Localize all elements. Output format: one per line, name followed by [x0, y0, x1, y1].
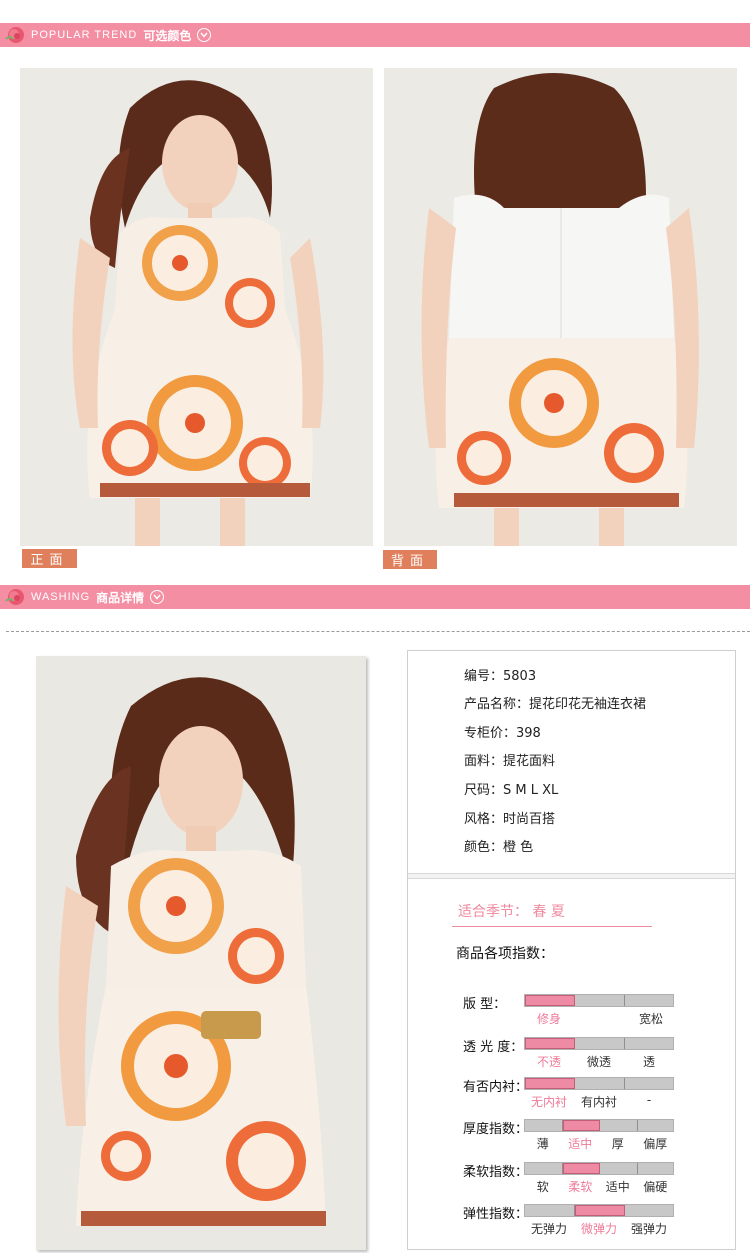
attr-label-fit: 版 型： — [463, 997, 507, 1012]
bar-selected-segment — [525, 995, 575, 1006]
back-photo — [384, 68, 737, 546]
spec-item-price: 专柜价：398 — [464, 726, 541, 741]
spec-item-color: 颜色：橙 色 — [464, 840, 534, 855]
attr-option-thickness: 厚 — [611, 1137, 624, 1151]
bar-segment-divider — [624, 1078, 625, 1089]
attr-option-softness: 柔软 — [568, 1180, 593, 1194]
back-label: 背面 — [383, 550, 437, 569]
spec-item-fabric: 面料：提花面料 — [464, 754, 556, 769]
spec-item-size: 尺码：S M L XL — [464, 783, 559, 798]
front-photo — [20, 68, 373, 546]
product-info-panel: 编号：5803 产品名称：提花印花无袖连衣裙 专柜价：398 面料：提花面料 尺… — [407, 650, 736, 1250]
rose-icon — [3, 587, 29, 607]
attr-option-lining: 有内衬 — [580, 1095, 618, 1109]
chevron-down-icon[interactable] — [150, 590, 165, 604]
spec-item-style: 风格：时尚百搭 — [464, 812, 556, 827]
attr-label-elasticity: 弹性指数： — [463, 1207, 529, 1222]
attr-bar-thickness — [524, 1119, 674, 1132]
bar-segment-divider — [636, 1120, 638, 1131]
attr-option-thickness: 适中 — [568, 1137, 593, 1151]
bar-segment-divider — [624, 995, 625, 1006]
product-spec-list: 编号：5803 产品名称：提花印花无袖连衣裙 专柜价：398 面料：提花面料 尺… — [408, 651, 735, 873]
attr-label-softness: 柔软指数： — [463, 1165, 529, 1180]
attr-bar-transparency — [524, 1037, 674, 1050]
attr-option-thickness: 薄 — [536, 1137, 549, 1151]
attr-option-transparency: 微透 — [586, 1055, 612, 1069]
detail-photo — [36, 656, 366, 1250]
bar-segment-divider — [636, 1163, 638, 1174]
attr-option-elasticity: 微弹力 — [580, 1222, 618, 1236]
attr-option-thickness: 偏厚 — [643, 1137, 668, 1151]
season-underline — [452, 926, 652, 927]
popular-trend-banner: POPULAR TREND 可选颜色 — [0, 23, 750, 47]
attr-label-lining: 有否内衬： — [463, 1080, 529, 1095]
attr-label-transparency: 透 光 度： — [463, 1040, 524, 1055]
attr-option-softness: 适中 — [605, 1180, 630, 1194]
attr-option-transparency: 不透 — [536, 1055, 562, 1069]
section-cn-title: 商品详情 — [96, 590, 145, 605]
attr-label-thickness: 厚度指数： — [463, 1122, 529, 1137]
attr-bar-lining — [524, 1077, 674, 1090]
bar-segment-divider — [624, 1038, 625, 1049]
attr-option-elasticity: 强弹力 — [630, 1222, 668, 1236]
attr-option-elasticity: 无弹力 — [530, 1222, 568, 1236]
attr-bar-fit — [524, 994, 674, 1007]
section-en-title: POPULAR TREND — [31, 29, 138, 41]
bar-selected-segment — [575, 1205, 625, 1216]
section-cn-title: 可选颜色 — [143, 28, 192, 43]
spec-item-number: 编号：5803 — [464, 669, 537, 684]
dashed-divider — [6, 631, 750, 632]
attr-option-lining: 无内衬 — [530, 1095, 568, 1109]
attr-option-softness: 偏硬 — [643, 1180, 668, 1194]
attr-option-transparency: 透 — [642, 1055, 656, 1069]
season-text: 适合季节： 春 夏 — [458, 904, 565, 920]
chevron-down-icon[interactable] — [197, 28, 212, 42]
attr-option-fit: 宽松 — [638, 1012, 664, 1026]
front-label: 正面 — [22, 549, 77, 568]
attr-option-fit: 修身 — [536, 1012, 562, 1026]
attr-bar-softness — [524, 1162, 674, 1175]
index-title: 商品各项指数： — [456, 946, 554, 962]
attr-bar-elasticity — [524, 1204, 674, 1217]
rose-icon — [3, 25, 29, 45]
bar-selected-segment — [562, 1163, 600, 1174]
bar-selected-segment — [525, 1038, 575, 1049]
section-en-title: WASHING — [31, 591, 91, 603]
spec-item-name: 产品名称：提花印花无袖连衣裙 — [464, 697, 647, 712]
bar-selected-segment — [562, 1120, 600, 1131]
attr-option-lining: - — [646, 1093, 652, 1107]
attr-option-softness: 软 — [536, 1180, 549, 1194]
panel-separator — [408, 873, 735, 879]
bar-selected-segment — [525, 1078, 575, 1089]
washing-banner: WASHING 商品详情 — [0, 585, 750, 609]
